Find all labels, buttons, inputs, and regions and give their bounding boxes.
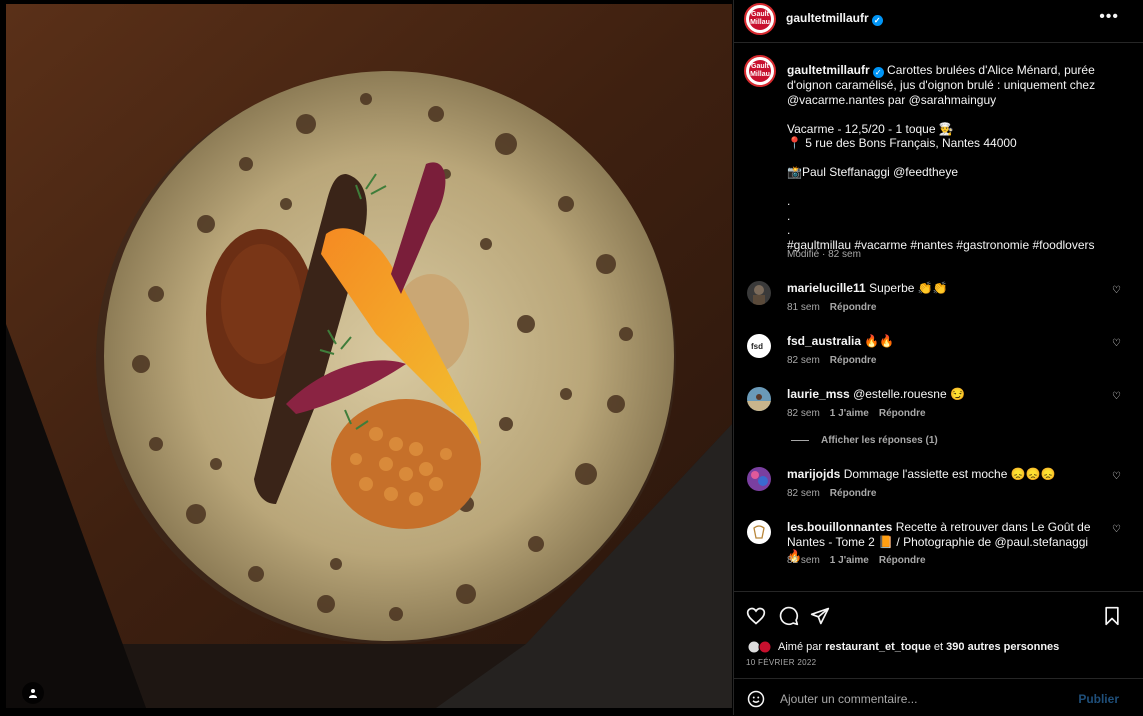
replies-line bbox=[791, 439, 809, 441]
caption-username[interactable]: gaultetmillaufr bbox=[787, 63, 870, 77]
post-actions: Aimé par restaurant_et_toque et 390 autr… bbox=[734, 591, 1143, 678]
likers-avatars[interactable] bbox=[747, 640, 775, 654]
verified-badge-icon: ✓ bbox=[872, 67, 884, 78]
verified-badge-icon: ✓ bbox=[871, 15, 883, 26]
reply-button[interactable]: Répondre bbox=[830, 302, 877, 313]
comment-like-count[interactable]: 1 J'aime bbox=[830, 555, 869, 566]
caption-author-avatar[interactable]: Gault Millau bbox=[744, 55, 776, 87]
like-comment-heart-icon[interactable]: ♡ bbox=[1112, 391, 1121, 402]
view-replies-label[interactable]: Afficher les réponses (1) bbox=[821, 435, 938, 446]
more-options-icon[interactable]: ••• bbox=[1099, 8, 1119, 26]
commenter-avatar[interactable]: fsd bbox=[747, 334, 771, 358]
emoji-picker-icon[interactable] bbox=[747, 690, 765, 708]
comment-text: @estelle.rouesne 😏 bbox=[853, 387, 965, 401]
likes-others-link[interactable]: 390 autres personnes bbox=[946, 641, 1059, 653]
comment-body: marijojds Dommage l'assiette est moche 😞… bbox=[787, 467, 1097, 482]
gault-millau-logo: Gault Millau bbox=[748, 7, 772, 31]
like-comment-heart-icon[interactable]: ♡ bbox=[1112, 285, 1121, 296]
tagged-user-icon[interactable] bbox=[22, 682, 44, 704]
commenter-username[interactable]: laurie_mss bbox=[787, 387, 850, 401]
publish-button[interactable]: Publier bbox=[1078, 692, 1119, 706]
caption-body: gaultetmillaufr ✓ Carottes brulées d'Alic… bbox=[787, 63, 1117, 252]
reply-button[interactable]: Répondre bbox=[879, 555, 926, 566]
post-header: Gault Millau gaultetmillaufr ✓ ••• bbox=[734, 0, 1143, 43]
caption-meta: Modifié · 82 sem bbox=[787, 249, 861, 260]
comment-item: fsd fsd_australia 🔥🔥 82 sem Répondre ♡ bbox=[734, 334, 1143, 384]
author-username[interactable]: gaultetmillaufr bbox=[786, 11, 869, 25]
commenter-avatar[interactable] bbox=[747, 387, 771, 411]
comment-time[interactable]: 82 sem bbox=[787, 408, 820, 419]
post-date[interactable]: 10 FÉVRIER 2022 bbox=[746, 658, 816, 667]
like-comment-heart-icon[interactable]: ♡ bbox=[1112, 338, 1121, 349]
comment-text: 🔥🔥 bbox=[864, 334, 895, 348]
comment-body: fsd_australia 🔥🔥 bbox=[787, 334, 1097, 349]
commenter-avatar[interactable] bbox=[747, 467, 771, 491]
comment-item: les.bouillonnantes Recette à retrouver d… bbox=[734, 520, 1143, 590]
svg-text:fsd: fsd bbox=[751, 342, 763, 351]
comment-item: marijojds Dommage l'assiette est moche 😞… bbox=[734, 467, 1143, 517]
comment-body: laurie_mss @estelle.rouesne 😏 bbox=[787, 387, 1097, 402]
post-photo[interactable] bbox=[6, 4, 732, 708]
comments-scroll-area[interactable]: Gault Millau gaultetmillaufr ✓ Carottes b… bbox=[734, 43, 1143, 591]
comment-like-count[interactable]: 1 J'aime bbox=[830, 408, 869, 419]
gault-millau-logo: Gault Millau bbox=[748, 59, 772, 83]
commenter-username[interactable]: marielucille11 bbox=[787, 281, 866, 295]
reply-button[interactable]: Répondre bbox=[830, 355, 877, 366]
commenter-username[interactable]: les.bouillonnantes bbox=[787, 520, 892, 534]
comment-body: marielucille11 Superbe 👏👏 bbox=[787, 281, 1097, 296]
post-side-panel: Gault Millau gaultetmillaufr ✓ ••• Gault … bbox=[733, 0, 1143, 715]
comment-meta: 81 sem Répondre bbox=[787, 302, 886, 313]
commenter-username[interactable]: marijojds bbox=[787, 467, 840, 481]
view-replies-button[interactable]: Afficher les réponses (1) bbox=[791, 435, 938, 446]
likes-summary: Aimé par restaurant_et_toque et 390 autr… bbox=[778, 641, 1059, 653]
instagram-post-modal: Gault Millau gaultetmillaufr ✓ ••• Gault … bbox=[0, 0, 1143, 715]
comment-item: marielucille11 Superbe 👏👏 81 sem Répondre… bbox=[734, 281, 1143, 331]
save-bookmark-icon[interactable] bbox=[1102, 606, 1122, 626]
comment-text: Superbe 👏👏 bbox=[869, 281, 948, 295]
share-paper-plane-icon[interactable] bbox=[810, 606, 830, 626]
comment-item: laurie_mss @estelle.rouesne 😏 82 sem 1 J'… bbox=[734, 387, 1143, 437]
comment-composer: Publier bbox=[734, 678, 1143, 716]
commenter-avatar[interactable] bbox=[747, 520, 771, 544]
comment-time[interactable]: 82 sem bbox=[787, 555, 820, 566]
like-comment-heart-icon[interactable]: ♡ bbox=[1112, 524, 1121, 535]
commenter-username[interactable]: fsd_australia bbox=[787, 334, 861, 348]
caption-text: Carottes brulées d'Alice Ménard, purée d… bbox=[787, 63, 1096, 252]
like-heart-icon[interactable] bbox=[746, 606, 766, 626]
comment-time[interactable]: 81 sem bbox=[787, 302, 820, 313]
comment-time[interactable]: 82 sem bbox=[787, 355, 820, 366]
comment-bubble-icon[interactable] bbox=[779, 606, 799, 626]
comment-meta: 82 sem Répondre bbox=[787, 355, 886, 366]
author-avatar[interactable]: Gault Millau bbox=[744, 3, 776, 35]
likes-connector: et bbox=[933, 641, 944, 653]
comment-text: Dommage l'assiette est moche 😞😞😞 bbox=[843, 467, 1056, 481]
likes-prefix: Aimé par bbox=[778, 641, 823, 653]
author-username-link[interactable]: gaultetmillaufr ✓ bbox=[786, 11, 883, 26]
comment-meta: 82 sem 1 J'aime Répondre bbox=[787, 555, 936, 566]
liker-username[interactable]: restaurant_et_toque bbox=[825, 641, 931, 653]
reply-button[interactable]: Répondre bbox=[830, 488, 877, 499]
reply-button[interactable]: Répondre bbox=[879, 408, 926, 419]
comment-meta: 82 sem 1 J'aime Répondre bbox=[787, 408, 936, 419]
comment-meta: 82 sem Répondre bbox=[787, 488, 886, 499]
comment-input[interactable] bbox=[778, 687, 1072, 711]
comment-time[interactable]: 82 sem bbox=[787, 488, 820, 499]
commenter-avatar[interactable] bbox=[747, 281, 771, 305]
like-comment-heart-icon[interactable]: ♡ bbox=[1112, 471, 1121, 482]
